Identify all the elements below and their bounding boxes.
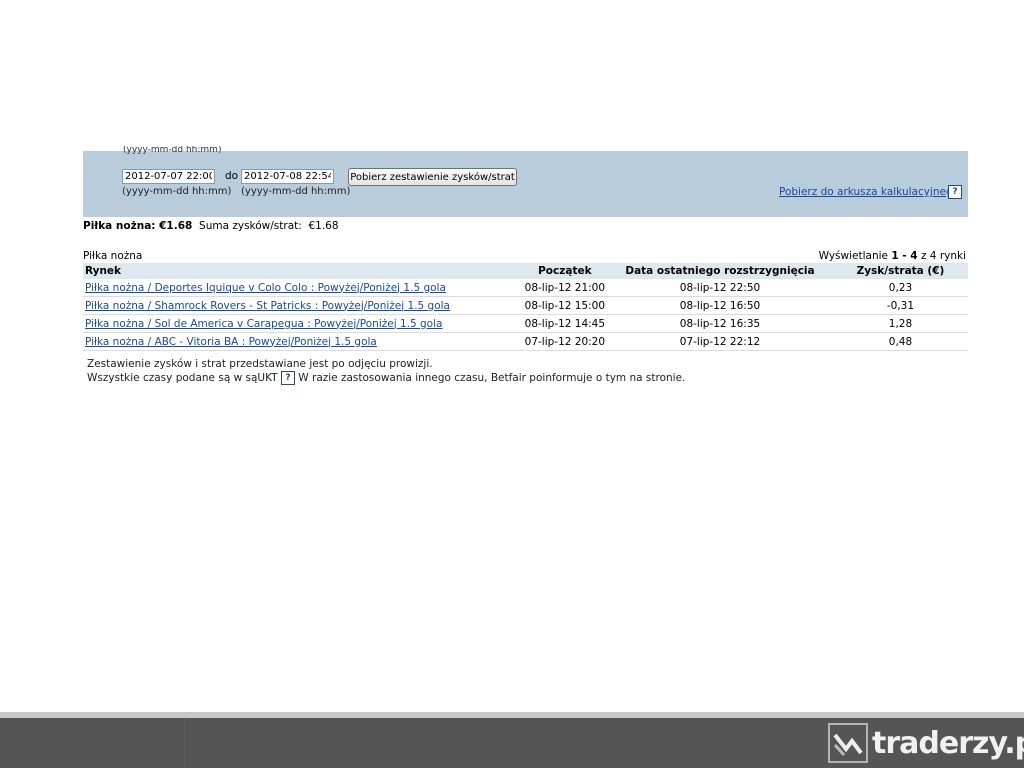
profit-loss-cell: 1,28 [832, 314, 968, 333]
market-link[interactable]: Piłka nożna / Shamrock Rovers - St Patri… [85, 300, 450, 312]
column-header-settled: Data ostatniego rozstrzygnięcia [607, 263, 833, 279]
timezone-help-icon[interactable]: ? [280, 371, 295, 385]
date-to-format-hint: (yyyy-mm-dd hh:mm) [241, 186, 351, 197]
profit-loss-cell: 0,48 [832, 332, 968, 351]
summary-line: Piłka nożna: €1.68 Suma zysków/strat: €1… [83, 220, 339, 232]
export-help-icon[interactable]: ? [948, 185, 962, 199]
timezone-note: Wszystkie czasy podane są w sąUKT ? W ra… [87, 371, 686, 385]
settled-cell: 08-lip-12 16:50 [607, 296, 833, 315]
date-from-format-hint: (yyyy-mm-dd hh:mm) [122, 186, 232, 197]
start-cell: 08-lip-12 15:00 [522, 296, 608, 315]
sum-value: €1.68 [308, 220, 339, 232]
sum-label: Suma zysków/strat: [199, 220, 302, 232]
market-link[interactable]: Piłka nożna / Sol de America v Carapegua… [85, 318, 442, 330]
table-row: Piłka nożna / Shamrock Rovers - St Patri… [83, 296, 968, 315]
notes: Zestawienie zysków i strat przedstawiane… [87, 357, 685, 385]
profit-loss-cell: 0,23 [832, 279, 968, 297]
table-header-row: Rynek Początek Data ostatniego rozstrzyg… [83, 263, 968, 279]
watermark-text: traderzy.pl [872, 725, 1024, 761]
date-to-input[interactable] [241, 169, 334, 184]
profit-loss-cell: -0,31 [832, 296, 968, 315]
bottom-bar-divider [184, 718, 185, 768]
column-header-market: Rynek [83, 263, 523, 279]
table-row: Piłka nożna / Sol de America v Carapegua… [83, 314, 968, 333]
sport-total: Piłka nożna: €1.68 [83, 220, 193, 232]
settled-cell: 08-lip-12 16:35 [607, 314, 833, 333]
clipped-format-hint: (yyyy-mm-dd hh:mm) [123, 146, 222, 154]
date-range-separator: do [225, 170, 239, 182]
start-cell: 08-lip-12 21:00 [522, 279, 608, 297]
export-spreadsheet-link[interactable]: Pobierz do arkusza kalkulacyjnego [779, 186, 959, 198]
pagination-info: Wyświetlanie 1 - 4 z 4 rynki [818, 250, 966, 262]
market-link[interactable]: Piłka nożna / ABC - Vitoria BA : Powyżej… [85, 336, 377, 348]
commission-note: Zestawienie zysków i strat przedstawiane… [87, 358, 433, 370]
traderzy-logo-icon [828, 723, 868, 763]
column-header-start: Początek [522, 263, 608, 279]
filter-panel: (yyyy-mm-dd hh:mm) do (yyyy-mm-dd hh:mm)… [83, 146, 968, 217]
settled-cell: 08-lip-12 22:50 [607, 279, 833, 297]
start-cell: 08-lip-12 14:45 [522, 314, 608, 333]
settled-cell: 07-lip-12 22:12 [607, 332, 833, 351]
page: (yyyy-mm-dd hh:mm) do (yyyy-mm-dd hh:mm)… [0, 0, 1024, 768]
table-row: Piłka nożna / ABC - Vitoria BA : Powyżej… [83, 332, 968, 351]
market-link[interactable]: Piłka nożna / Deportes Iquique v Colo Co… [85, 282, 446, 294]
date-from-input[interactable] [122, 169, 215, 184]
fetch-pl-report-button[interactable]: Pobierz zestawienie zysków/strat [348, 168, 517, 186]
results-table: Rynek Początek Data ostatniego rozstrzyg… [83, 263, 968, 351]
table-row: Piłka nożna / Deportes Iquique v Colo Co… [83, 279, 968, 297]
column-header-profit-loss: Zysk/strata (€) [832, 263, 968, 279]
start-cell: 07-lip-12 20:20 [522, 332, 608, 351]
results-section-label: Piłka nożna [83, 250, 143, 262]
watermark: traderzy.pl [828, 718, 1024, 768]
